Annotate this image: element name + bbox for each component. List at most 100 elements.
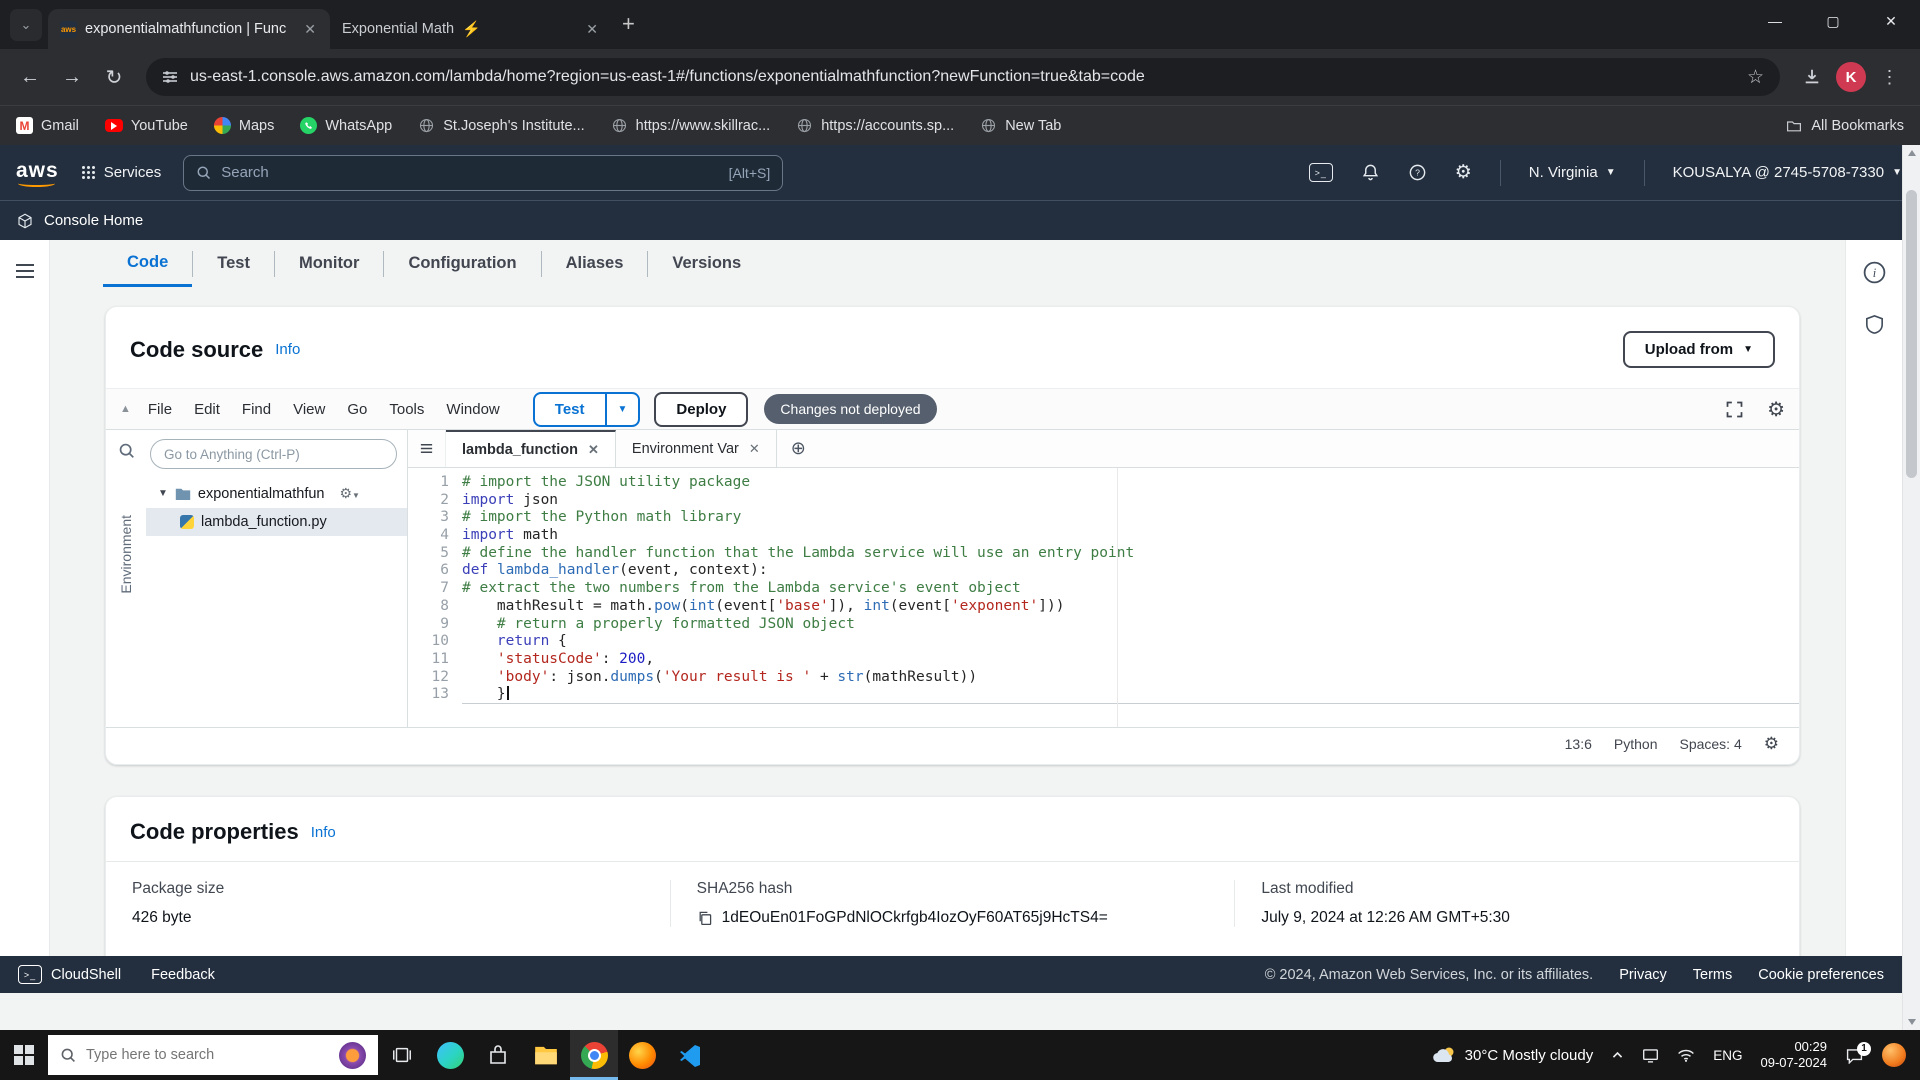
taskbar-search-input[interactable] bbox=[86, 1047, 329, 1063]
collapse-icon[interactable]: ▲ bbox=[120, 403, 131, 415]
help-icon[interactable]: ? bbox=[1408, 163, 1427, 182]
aws-logo[interactable]: aws bbox=[16, 159, 59, 187]
minimize-button[interactable]: — bbox=[1746, 0, 1804, 42]
property-value[interactable]: 1dEOuEn01FoGPdNlOCkrfgb4IozOyF60AT65j9Hc… bbox=[722, 909, 1108, 927]
browser-tab[interactable]: Exponential Math ⚡ ✕ bbox=[330, 9, 612, 49]
code-line[interactable]: 'body': json.dumps('Your result is ' + s… bbox=[462, 669, 1799, 687]
close-button[interactable]: ✕ bbox=[1862, 0, 1920, 42]
profile-avatar[interactable]: K bbox=[1836, 62, 1866, 92]
scroll-down-arrow[interactable] bbox=[1903, 1014, 1920, 1030]
hamburger-menu-icon[interactable] bbox=[15, 260, 34, 993]
bookmark-item[interactable]: St.Joseph's Institute... bbox=[418, 117, 585, 134]
forward-icon[interactable]: → bbox=[54, 59, 90, 95]
vscode-app-icon[interactable] bbox=[666, 1030, 714, 1080]
privacy-link[interactable]: Privacy bbox=[1619, 967, 1667, 983]
language-indicator[interactable]: ENG bbox=[1713, 1048, 1742, 1063]
back-icon[interactable]: ← bbox=[12, 59, 48, 95]
folder-row[interactable]: ▼ exponentialmathfun ⚙▼ bbox=[146, 479, 407, 508]
editor-tab-environment-var[interactable]: Environment Var ✕ bbox=[616, 430, 777, 467]
menu-edit[interactable]: Edit bbox=[183, 395, 231, 424]
region-selector[interactable]: N. Virginia ▼ bbox=[1529, 164, 1616, 181]
device-tray-icon[interactable] bbox=[1642, 1048, 1659, 1063]
bookmark-item[interactable]: YouTube bbox=[104, 118, 188, 134]
start-button[interactable] bbox=[0, 1030, 48, 1080]
edge-app-icon[interactable] bbox=[426, 1030, 474, 1080]
chrome-app-icon[interactable] bbox=[570, 1030, 618, 1080]
bookmark-item[interactable]: WhatsApp bbox=[300, 117, 392, 134]
bookmark-item[interactable]: M Gmail bbox=[16, 117, 79, 134]
code-line[interactable]: # import the JSON utility package bbox=[462, 474, 1799, 492]
services-button[interactable]: Services bbox=[81, 164, 161, 181]
fullscreen-icon[interactable] bbox=[1724, 399, 1745, 420]
code-line[interactable]: 'statusCode': 200, bbox=[462, 651, 1799, 669]
browser-tab[interactable]: aws exponentialmathfunction | Func ✕ bbox=[48, 9, 330, 49]
console-home-label[interactable]: Console Home bbox=[44, 212, 143, 229]
downloads-icon[interactable] bbox=[1794, 59, 1830, 95]
browser-scrollbar[interactable] bbox=[1902, 145, 1920, 1030]
tab-configuration[interactable]: Configuration bbox=[384, 240, 540, 287]
code-line[interactable]: return { bbox=[462, 633, 1799, 651]
taskbar-clock[interactable]: 00:29 09-07-2024 bbox=[1761, 1039, 1828, 1071]
tab-code[interactable]: Code bbox=[103, 240, 193, 287]
resources-panel-icon[interactable] bbox=[1863, 313, 1886, 336]
menu-view[interactable]: View bbox=[282, 395, 336, 424]
tab-close-icon[interactable]: ✕ bbox=[749, 441, 760, 457]
test-dropdown-icon[interactable]: ▼ bbox=[604, 393, 639, 425]
weather-widget[interactable]: 30°C Mostly cloudy bbox=[1432, 1045, 1593, 1065]
file-row-selected[interactable]: lambda_function.py bbox=[146, 508, 407, 536]
code-line[interactable]: # define the handler function that the L… bbox=[462, 545, 1799, 563]
code-line[interactable]: # import the Python math library bbox=[462, 509, 1799, 527]
tab-test[interactable]: Test bbox=[193, 240, 274, 287]
code-line[interactable]: import json bbox=[462, 492, 1799, 510]
tab-list-icon[interactable] bbox=[408, 430, 446, 467]
environment-side-tab[interactable]: Environment bbox=[118, 515, 134, 594]
firefox-app-icon[interactable] bbox=[618, 1030, 666, 1080]
store-app-icon[interactable] bbox=[474, 1030, 522, 1080]
bookmark-item[interactable]: Maps bbox=[213, 117, 274, 134]
task-view-button[interactable] bbox=[378, 1030, 426, 1080]
code-line[interactable]: # extract the two numbers from the Lambd… bbox=[462, 580, 1799, 598]
maximize-button[interactable]: ▢ bbox=[1804, 0, 1862, 42]
reload-icon[interactable]: ↻ bbox=[96, 59, 132, 95]
tab-versions[interactable]: Versions bbox=[648, 240, 765, 287]
menu-tools[interactable]: Tools bbox=[378, 395, 435, 424]
scrollbar-thumb[interactable] bbox=[1906, 190, 1917, 478]
code-line[interactable]: def lambda_handler(event, context): bbox=[462, 562, 1799, 580]
info-link[interactable]: Info bbox=[275, 341, 300, 358]
copy-icon[interactable] bbox=[697, 910, 713, 926]
code-line[interactable]: # return a properly formatted JSON objec… bbox=[462, 616, 1799, 634]
tray-app-icon[interactable] bbox=[1882, 1043, 1906, 1067]
tree-expand-icon[interactable]: ▼ bbox=[158, 488, 168, 499]
editor-tab-lambda-function[interactable]: lambda_function ✕ bbox=[446, 430, 616, 467]
tab-search-button[interactable]: ⌄ bbox=[10, 9, 42, 41]
wifi-tray-icon[interactable] bbox=[1677, 1048, 1695, 1063]
bookmark-item[interactable]: New Tab bbox=[980, 117, 1061, 134]
tray-expand-chevron-icon[interactable] bbox=[1611, 1049, 1624, 1062]
search-icon[interactable] bbox=[118, 442, 135, 459]
info-link[interactable]: Info bbox=[311, 824, 336, 841]
menu-file[interactable]: File bbox=[137, 395, 183, 424]
account-menu[interactable]: KOUSALYA @ 2745-5708-7330 ▼ bbox=[1673, 164, 1902, 181]
new-tab-button[interactable]: + bbox=[622, 11, 635, 37]
indentation-setting[interactable]: Spaces: 4 bbox=[1679, 736, 1741, 752]
upload-from-button[interactable]: Upload from ▼ bbox=[1622, 331, 1775, 368]
folder-settings-gear-icon[interactable]: ⚙▼ bbox=[339, 485, 359, 502]
tab-aliases[interactable]: Aliases bbox=[542, 240, 648, 287]
footer-feedback-button[interactable]: Feedback bbox=[151, 967, 215, 983]
bookmark-item[interactable]: https://www.skillrac... bbox=[611, 117, 770, 134]
address-bar[interactable]: us-east-1.console.aws.amazon.com/lambda/… bbox=[146, 58, 1780, 96]
new-editor-tab-icon[interactable]: ⊕ bbox=[777, 430, 820, 467]
cloudshell-icon[interactable]: >_ bbox=[1308, 163, 1333, 182]
menu-find[interactable]: Find bbox=[231, 395, 282, 424]
status-settings-gear-icon[interactable]: ⚙ bbox=[1764, 734, 1779, 754]
cookie-preferences-link[interactable]: Cookie preferences bbox=[1758, 967, 1884, 983]
deploy-button[interactable]: Deploy bbox=[654, 391, 749, 427]
file-explorer-app-icon[interactable] bbox=[522, 1030, 570, 1080]
code-editor[interactable]: 1 2 3 4 5 6 7 8 9 10 11 12 13 # import the JSON util… bbox=[408, 468, 1799, 727]
footer-cloudshell-button[interactable]: >_ CloudShell bbox=[18, 965, 121, 984]
all-bookmarks-button[interactable]: All Bookmarks bbox=[1786, 118, 1904, 134]
taskbar-search-box[interactable] bbox=[48, 1035, 378, 1075]
test-button[interactable]: Test bbox=[535, 394, 605, 425]
code-line[interactable]: mathResult = math.pow(int(event['base'])… bbox=[462, 598, 1799, 616]
search-highlight-icon[interactable] bbox=[339, 1041, 366, 1069]
